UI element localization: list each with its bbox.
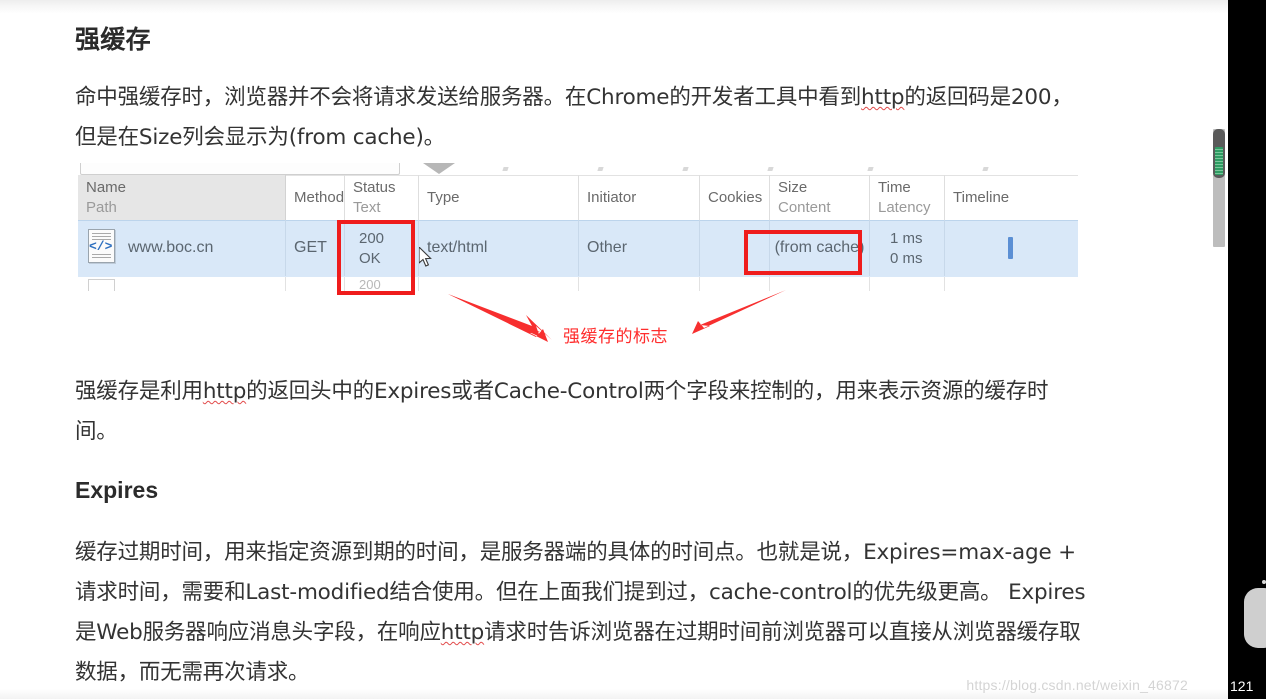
paragraph-expires-cachecontrol: 强缓存是利用http的返回头中的Expires或者Cache-Control两个…: [75, 372, 1090, 452]
column-header-status[interactable]: Status Text: [345, 175, 419, 220]
watermark-url: https://blog.csdn.net/weixin_46872: [966, 677, 1188, 693]
column-header-name-title: Name: [86, 179, 127, 196]
column-header-method-title: Method: [294, 189, 345, 206]
column-header-timeline[interactable]: Timeline: [945, 175, 1078, 220]
column-header-initiator[interactable]: Initiator: [579, 175, 700, 220]
annotation-arrow-right-icon: [692, 290, 786, 334]
column-header-size[interactable]: Size Content: [770, 175, 870, 220]
partial-cell-name: [78, 277, 286, 291]
paragraph-1-text-a: 命中强缓存时，浏览器并不会将请求发送给服务器。在Chrome的开发者工具中看到: [75, 85, 862, 110]
floating-button-dot-icon: [1262, 580, 1266, 584]
article-content: 强缓存 命中强缓存时，浏览器并不会将请求发送给服务器。在Chrome的开发者工具…: [0, 0, 1228, 699]
devtools-filter-box[interactable]: [80, 163, 400, 175]
column-header-size-title: Size: [778, 179, 808, 196]
annotation-arrow-left-icon: [448, 294, 552, 342]
paragraph-2-text-a: 强缓存是利用: [75, 379, 203, 404]
section-heading-strong-cache: 强缓存: [75, 25, 151, 54]
cell-time-total: 1 ms: [890, 230, 923, 247]
column-header-type-title: Type: [427, 189, 460, 206]
cell-name[interactable]: www.boc.cn: [78, 220, 286, 276]
page-root: 强缓存 命中强缓存时，浏览器并不会将请求发送给服务器。在Chrome的开发者工具…: [0, 0, 1266, 699]
column-header-status-subtitle: Text: [353, 199, 381, 216]
column-header-name[interactable]: Name Path: [78, 175, 286, 220]
cell-time-latency: 0 ms: [890, 250, 923, 267]
column-header-name-subtitle: Path: [86, 199, 117, 216]
filter-funnel-icon[interactable]: [423, 163, 455, 174]
highlight-box-status-column: [337, 220, 415, 295]
partial-cell-time: [870, 277, 945, 291]
column-header-initiator-title: Initiator: [587, 189, 637, 206]
devtools-network-screenshot: Name Path Method Status Text Type Initia…: [78, 163, 1078, 291]
timeline-waterfall-bar: [1008, 237, 1013, 259]
annotation-caption: 强缓存的标志: [563, 327, 668, 347]
column-header-timeline-title: Timeline: [953, 189, 1010, 206]
cell-initiator[interactable]: Other: [579, 220, 700, 276]
column-header-time[interactable]: Time Latency: [870, 175, 945, 220]
floating-action-button[interactable]: [1244, 588, 1266, 648]
column-header-cookies-title: Cookies: [708, 189, 763, 206]
paragraph-strong-cache-intro: 命中强缓存时，浏览器并不会将请求发送给服务器。在Chrome的开发者工具中看到h…: [75, 78, 1090, 158]
column-header-size-subtitle: Content: [778, 199, 831, 216]
scrollbar-green-indicator: [1215, 147, 1223, 175]
column-header-cookies[interactable]: Cookies: [700, 175, 770, 220]
paragraph-2-link-http: http: [202, 379, 247, 404]
mouse-cursor-icon: [419, 247, 432, 267]
paragraph-expires-detail: 缓存过期时间，用来指定资源到期的时间，是服务器端的具体的时间点。也就是说，Exp…: [75, 533, 1090, 693]
paragraph-3-link-http: http: [440, 620, 485, 645]
column-header-status-title: Status: [353, 179, 396, 196]
partial-cell-initiator: [579, 277, 700, 291]
paragraph-1-link-http: http: [861, 85, 905, 110]
cell-type[interactable]: text/html: [419, 220, 579, 276]
column-header-time-title: Time: [878, 179, 911, 196]
column-header-method[interactable]: Method: [286, 175, 345, 220]
watermark-url-tail: 121: [1230, 678, 1254, 694]
section-heading-expires: Expires: [75, 477, 159, 503]
cell-time[interactable]: 1 ms 0 ms: [870, 220, 945, 276]
column-header-type[interactable]: Type: [419, 175, 579, 220]
top-edge-fade: [0, 0, 1228, 14]
highlight-box-size-from-cache: [744, 230, 862, 275]
column-header-time-subtitle: Latency: [878, 199, 931, 216]
